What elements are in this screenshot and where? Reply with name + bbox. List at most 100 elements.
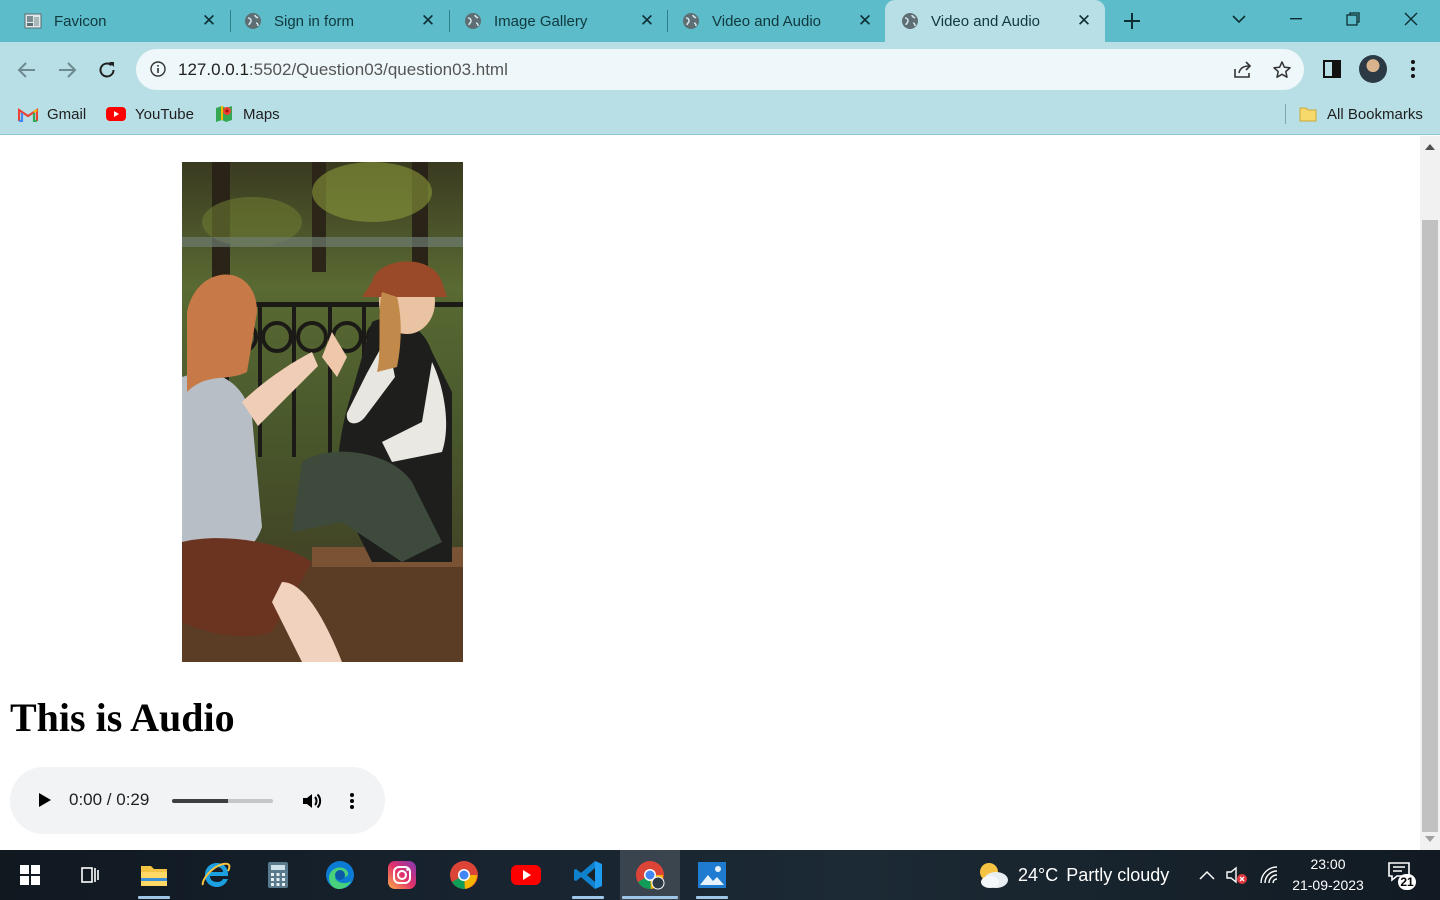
reload-button[interactable] [90,53,124,87]
browser-toolbar: 127.0.0.1:5502/Question03/question03.htm… [0,42,1440,97]
taskbar-chrome[interactable] [434,850,494,900]
tab-title: Favicon [54,12,107,30]
audio-options-button[interactable] [342,789,362,813]
close-icon [1404,12,1418,26]
close-window-button[interactable] [1383,0,1439,38]
tab-search-button[interactable] [1211,0,1267,38]
scroll-down-arrow-icon[interactable] [1420,830,1440,848]
volume-muted-button[interactable] [1226,864,1248,886]
play-button[interactable] [34,789,56,811]
chrome-icon [450,861,478,890]
taskbar-vscode[interactable] [558,850,618,900]
restore-button[interactable] [1325,0,1381,38]
internet-explorer-icon [201,862,231,887]
partly-cloudy-icon [980,863,1008,888]
maps-icon [214,106,234,122]
show-hidden-icons-button[interactable] [1196,864,1218,886]
all-bookmarks-folder[interactable]: All Bookmarks [1298,103,1423,125]
bookmark-label: YouTube [135,105,194,123]
tab-title: Image Gallery [494,12,588,30]
taskbar-file-explorer[interactable] [124,850,184,900]
bookmark-label: Gmail [47,105,87,123]
side-panel-icon [1323,60,1341,78]
arrow-left-icon [17,62,35,78]
taskbar-edge[interactable] [310,850,370,900]
tab-video-and-audio-active[interactable]: Video and Audio ✕ [885,0,1105,42]
volume-button[interactable] [300,789,324,813]
tab-sign-in-form[interactable]: Sign in form ✕ [220,0,449,42]
close-icon[interactable]: ✕ [200,11,218,30]
page-scrollbar[interactable] [1420,136,1440,850]
windows-logo-icon [20,865,40,885]
tab-video-and-audio[interactable]: Video and Audio ✕ [658,0,886,42]
chrome-icon [636,861,665,890]
notification-count-badge: 21 [1398,874,1416,890]
more-vertical-icon [350,793,354,809]
notification-center-button[interactable]: 21 [1388,862,1418,890]
scrollbar-thumb[interactable] [1422,220,1438,832]
task-view-icon [81,867,99,883]
taskbar-youtube[interactable] [496,850,556,900]
volume-icon [303,793,322,809]
system-clock[interactable]: 23:00 21-09-2023 [1284,854,1372,896]
taskbar-photos[interactable] [682,850,742,900]
folder-icon [1298,106,1318,122]
tab-favicon[interactable]: Favicon ✕ [0,0,230,42]
folder-icon [141,866,167,886]
bookmark-youtube[interactable]: YouTube [106,103,194,125]
audio-player[interactable]: 0:00 / 0:29 [10,767,385,834]
clock-date: 21-09-2023 [1292,877,1364,893]
instagram-icon [388,861,416,889]
minimize-icon [1290,18,1302,20]
audio-progress-slider[interactable] [172,799,273,803]
address-bar[interactable]: 127.0.0.1:5502/Question03/question03.htm… [136,49,1304,90]
audio-progress-fill [172,799,228,803]
url-host: 127.0.0.1 [178,60,249,79]
new-tab-button[interactable] [1118,8,1146,34]
audio-time: 0:00 / 0:29 [69,790,150,809]
task-view-button[interactable] [60,850,120,900]
close-icon[interactable]: ✕ [856,11,874,30]
minimize-button[interactable] [1268,0,1324,38]
tab-strip: Favicon ✕ Sign in form ✕ Image Gallery ✕… [0,0,1440,42]
back-button[interactable] [10,53,44,87]
start-button[interactable] [0,850,60,900]
bookmark-separator [1285,104,1286,124]
forward-button[interactable] [50,53,84,87]
weather-widget[interactable]: 24°C Partly cloudy [976,859,1169,891]
tab-image-gallery[interactable]: Image Gallery ✕ [440,0,668,42]
favicon-image-icon [24,12,42,30]
bookmark-star-icon[interactable] [1271,59,1293,81]
page-content: This is Audio 0:00 / 0:29 [0,136,1420,850]
bookmark-gmail[interactable]: Gmail [18,103,86,125]
play-icon [39,793,51,807]
bookmark-label: Maps [243,105,280,123]
avatar[interactable] [1359,55,1387,83]
windows-taskbar: 24°C Partly cloudy 23:00 21-09-2023 21 [0,850,1440,900]
wifi-button[interactable] [1258,864,1280,886]
info-icon[interactable] [150,61,166,77]
side-panel-button[interactable] [1319,56,1345,82]
taskbar-internet-explorer[interactable] [186,850,246,900]
all-bookmarks-label: All Bookmarks [1327,105,1423,123]
youtube-icon [511,865,541,885]
close-icon[interactable]: ✕ [638,11,656,30]
close-icon[interactable]: ✕ [419,11,437,30]
vscode-icon [574,861,602,889]
close-icon[interactable]: ✕ [1075,11,1093,30]
youtube-icon [106,106,126,122]
chevron-down-icon [1232,14,1246,23]
url-path: :5502/Question03/question03.html [248,60,508,79]
bookmark-maps[interactable]: Maps [214,103,280,125]
taskbar-instagram[interactable] [372,850,432,900]
globe-icon [901,12,919,30]
taskbar-chrome-active[interactable] [620,850,680,900]
taskbar-calculator[interactable] [248,850,308,900]
scroll-up-arrow-icon[interactable] [1420,138,1440,156]
share-icon[interactable] [1232,59,1254,81]
menu-button[interactable] [1400,56,1426,82]
wifi-icon [1260,866,1278,884]
reload-icon [99,62,115,78]
globe-icon [682,12,700,30]
photos-icon [698,862,726,888]
